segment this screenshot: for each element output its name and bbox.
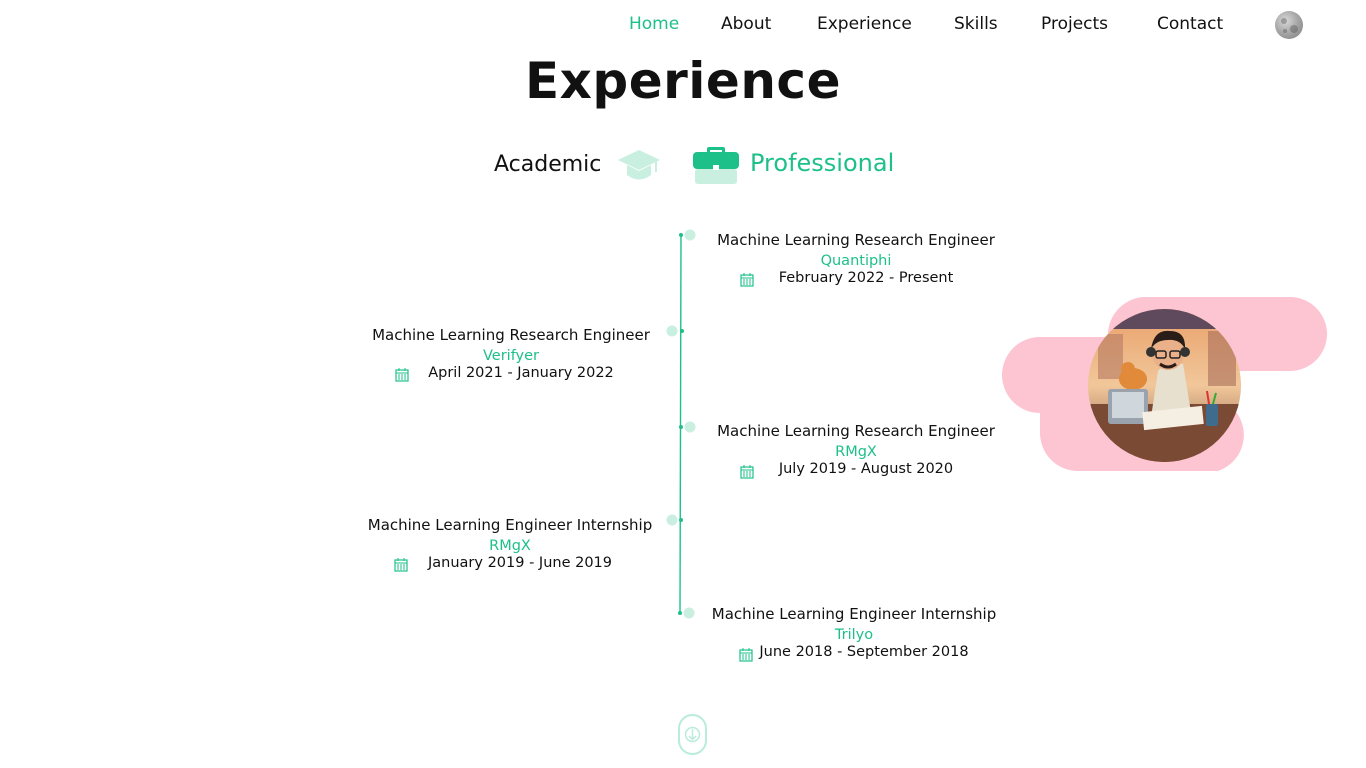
company-name: Verifyer	[482, 348, 540, 364]
job-role: Machine Learning Engineer Internship	[711, 605, 997, 623]
avatar	[1088, 309, 1241, 462]
calendar-icon	[394, 558, 408, 572]
company-name: RMgX	[489, 538, 531, 554]
calendar-icon	[739, 648, 753, 662]
timeline-line	[666, 229, 696, 619]
nav-projects-link[interactable]: Projects	[1041, 14, 1108, 34]
job-role: Machine Learning Research Engineer	[717, 231, 995, 249]
job-role: Machine Learning Engineer Internship	[367, 516, 653, 534]
arrow-down-icon[interactable]	[678, 714, 707, 755]
moon-icon[interactable]	[1275, 11, 1303, 39]
page-title: Experience	[525, 52, 841, 110]
nav-about-link[interactable]: About	[721, 14, 771, 34]
graduation-cap-icon[interactable]	[617, 148, 661, 184]
job-role: Machine Learning Research Engineer	[372, 326, 650, 344]
calendar-icon	[740, 465, 754, 479]
tab-professional[interactable]: Professional	[750, 149, 894, 177]
company-name: Quantiphi	[820, 253, 892, 269]
calendar-icon	[740, 273, 754, 287]
nav-skills-link[interactable]: Skills	[954, 14, 998, 34]
navbar: Home About Experience Skills Projects Co…	[0, 0, 1366, 50]
nav-contact-link[interactable]: Contact	[1157, 14, 1223, 34]
job-role: Machine Learning Research Engineer	[717, 422, 995, 440]
company-name: Trilyo	[834, 627, 874, 643]
calendar-icon	[395, 368, 409, 382]
company-name: RMgX	[835, 444, 877, 460]
nav-home-link[interactable]: Home	[629, 14, 679, 34]
briefcase-icon[interactable]	[692, 145, 740, 185]
tab-academic[interactable]: Academic	[494, 152, 601, 177]
nav-experience-link[interactable]: Experience	[817, 14, 912, 34]
